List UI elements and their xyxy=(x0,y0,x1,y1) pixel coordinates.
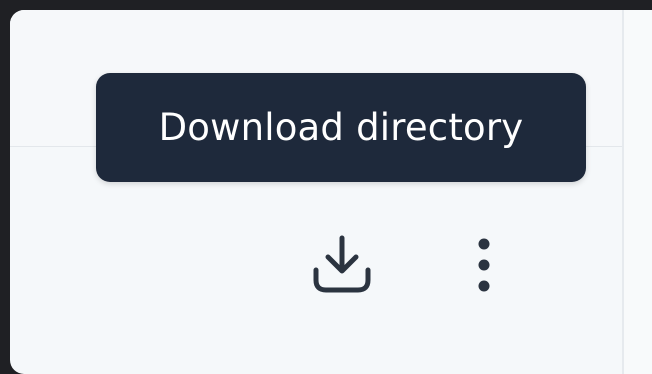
tooltip: Download directory xyxy=(96,73,586,182)
tooltip-text: Download directory xyxy=(158,106,524,149)
side-panel-edge xyxy=(622,10,652,374)
more-options-button[interactable] xyxy=(456,228,512,300)
download-icon xyxy=(313,235,371,293)
directory-panel: Download directory xyxy=(10,10,652,374)
more-vertical-icon xyxy=(478,238,490,292)
download-directory-button[interactable] xyxy=(306,228,378,300)
